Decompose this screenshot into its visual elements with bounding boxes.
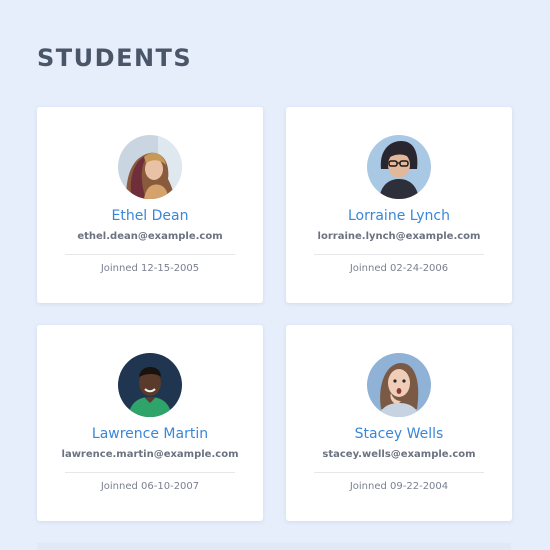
student-name[interactable]: Stacey Wells bbox=[286, 426, 512, 442]
student-email[interactable]: stacey.wells@example.com bbox=[286, 449, 512, 460]
student-card[interactable]: Stacey Wells stacey.wells@example.com Jo… bbox=[286, 325, 512, 521]
student-name[interactable]: Ethel Dean bbox=[37, 208, 263, 224]
joined-date: Joinned 06-10-2007 bbox=[100, 481, 200, 492]
next-row-edge bbox=[37, 543, 511, 550]
divider bbox=[65, 472, 235, 473]
avatar-photo-icon bbox=[367, 353, 431, 417]
student-name[interactable]: Lorraine Lynch bbox=[286, 208, 512, 224]
divider bbox=[65, 254, 235, 255]
students-page: STUDENTS Ethel Dean ethel.dean@example.c… bbox=[0, 0, 550, 550]
student-card[interactable]: Lawrence Martin lawrence.martin@example.… bbox=[37, 325, 263, 521]
student-card[interactable]: Ethel Dean ethel.dean@example.com Joinne… bbox=[37, 107, 263, 303]
avatar-photo-icon bbox=[367, 135, 431, 199]
page-title: STUDENTS bbox=[37, 44, 193, 72]
divider bbox=[314, 472, 484, 473]
joined-date: Joinned 09-22-2004 bbox=[349, 481, 449, 492]
student-email[interactable]: lawrence.martin@example.com bbox=[37, 449, 263, 460]
joined-date: Joinned 02-24-2006 bbox=[349, 263, 449, 274]
avatar-photo-icon bbox=[118, 353, 182, 417]
joined-date: Joinned 12-15-2005 bbox=[100, 263, 200, 274]
avatar-photo-icon bbox=[118, 135, 182, 199]
divider bbox=[314, 254, 484, 255]
student-email[interactable]: ethel.dean@example.com bbox=[37, 231, 263, 242]
student-name[interactable]: Lawrence Martin bbox=[37, 426, 263, 442]
student-card[interactable]: Lorraine Lynch lorraine.lynch@example.co… bbox=[286, 107, 512, 303]
student-email[interactable]: lorraine.lynch@example.com bbox=[286, 231, 512, 242]
